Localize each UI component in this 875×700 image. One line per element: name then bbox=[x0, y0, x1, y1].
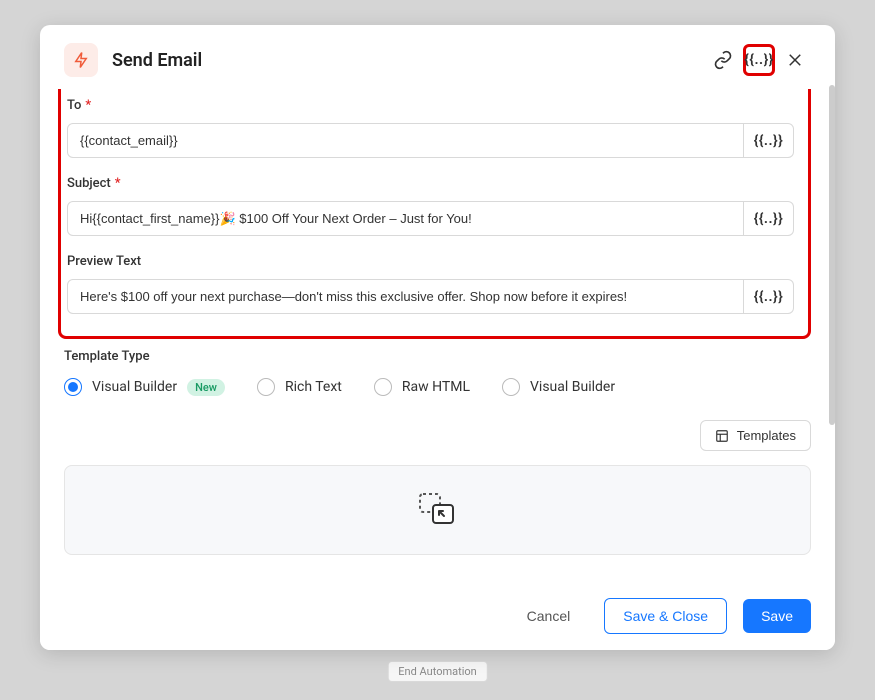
link-icon[interactable] bbox=[707, 44, 739, 76]
radio-visual-builder[interactable]: Visual Builder New bbox=[64, 378, 225, 396]
radio-raw-html[interactable]: Raw HTML bbox=[374, 378, 470, 396]
preview-input[interactable] bbox=[67, 279, 744, 314]
preview-merge-button[interactable]: {{..}} bbox=[744, 279, 794, 314]
modal-header: Send Email {{..}} bbox=[40, 25, 835, 89]
templates-button[interactable]: Templates bbox=[700, 420, 811, 451]
modal-title: Send Email bbox=[112, 50, 703, 71]
drag-drop-icon bbox=[419, 494, 457, 526]
radio-circle-icon bbox=[257, 378, 275, 396]
radio-label: Rich Text bbox=[285, 379, 342, 395]
merge-tags-icon[interactable]: {{..}} bbox=[743, 44, 775, 76]
cancel-button[interactable]: Cancel bbox=[509, 599, 589, 633]
radio-rich-text[interactable]: Rich Text bbox=[257, 378, 342, 396]
templates-icon bbox=[715, 429, 729, 443]
scrollbar[interactable] bbox=[829, 85, 835, 425]
save-button[interactable]: Save bbox=[743, 599, 811, 633]
radio-circle-icon bbox=[374, 378, 392, 396]
save-close-button[interactable]: Save & Close bbox=[604, 598, 727, 634]
highlighted-fields-box: To* {{..}} Subject* {{..}} bbox=[58, 89, 811, 339]
radio-circle-icon bbox=[502, 378, 520, 396]
end-automation-button[interactable]: End Automation bbox=[387, 661, 487, 682]
builder-canvas[interactable] bbox=[64, 465, 811, 555]
template-type-radios: Visual Builder New Rich Text Raw HTML Vi… bbox=[64, 378, 811, 396]
send-email-modal: Send Email {{..}} To* {{..}} bbox=[40, 25, 835, 650]
modal-footer: Cancel Save & Close Save bbox=[40, 582, 835, 650]
radio-circle-icon bbox=[64, 378, 82, 396]
to-merge-button[interactable]: {{..}} bbox=[744, 123, 794, 158]
radio-label: Visual Builder bbox=[92, 379, 177, 395]
radio-label: Raw HTML bbox=[402, 379, 470, 395]
radio-visual-builder-2[interactable]: Visual Builder bbox=[502, 378, 615, 396]
subject-merge-button[interactable]: {{..}} bbox=[744, 201, 794, 236]
to-field-group: To* {{..}} bbox=[67, 98, 794, 158]
to-input[interactable] bbox=[67, 123, 744, 158]
close-icon[interactable] bbox=[779, 44, 811, 76]
subject-field-group: Subject* {{..}} bbox=[67, 176, 794, 236]
radio-label: Visual Builder bbox=[530, 379, 615, 395]
preview-label: Preview Text bbox=[67, 254, 794, 269]
preview-field-group: Preview Text {{..}} bbox=[67, 254, 794, 314]
new-badge: New bbox=[187, 379, 225, 396]
lightning-icon bbox=[64, 43, 98, 77]
to-label: To* bbox=[67, 98, 794, 113]
subject-label: Subject* bbox=[67, 176, 794, 191]
subject-input[interactable] bbox=[67, 201, 744, 236]
template-type-label: Template Type bbox=[64, 349, 811, 364]
modal-body: To* {{..}} Subject* {{..}} bbox=[40, 89, 835, 582]
